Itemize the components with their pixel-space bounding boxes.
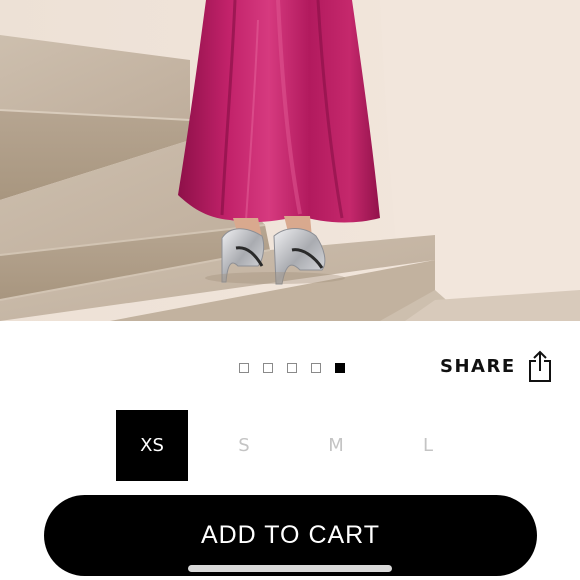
share-icon[interactable] <box>528 350 552 382</box>
home-indicator <box>188 565 392 572</box>
add-to-cart-button[interactable]: ADD TO CART <box>44 495 537 576</box>
pager-dot-2[interactable] <box>263 363 273 373</box>
pager-dot-1[interactable] <box>239 363 249 373</box>
product-photo-illustration <box>0 0 580 321</box>
size-option-xs[interactable]: XS <box>116 410 188 481</box>
pager-dot-5-active[interactable] <box>335 363 345 373</box>
pager-dot-3[interactable] <box>287 363 297 373</box>
size-selector: XS S M L <box>116 410 464 481</box>
pager-dot-4[interactable] <box>311 363 321 373</box>
size-option-m[interactable]: M <box>300 410 372 481</box>
add-to-cart-label: ADD TO CART <box>200 521 381 549</box>
product-photo[interactable] <box>0 0 580 321</box>
gallery-pager <box>239 363 345 373</box>
size-option-l[interactable]: L <box>392 410 464 481</box>
share-label: SHARE <box>440 355 516 377</box>
share-button[interactable]: SHARE <box>440 348 552 384</box>
size-option-s[interactable]: S <box>208 410 280 481</box>
